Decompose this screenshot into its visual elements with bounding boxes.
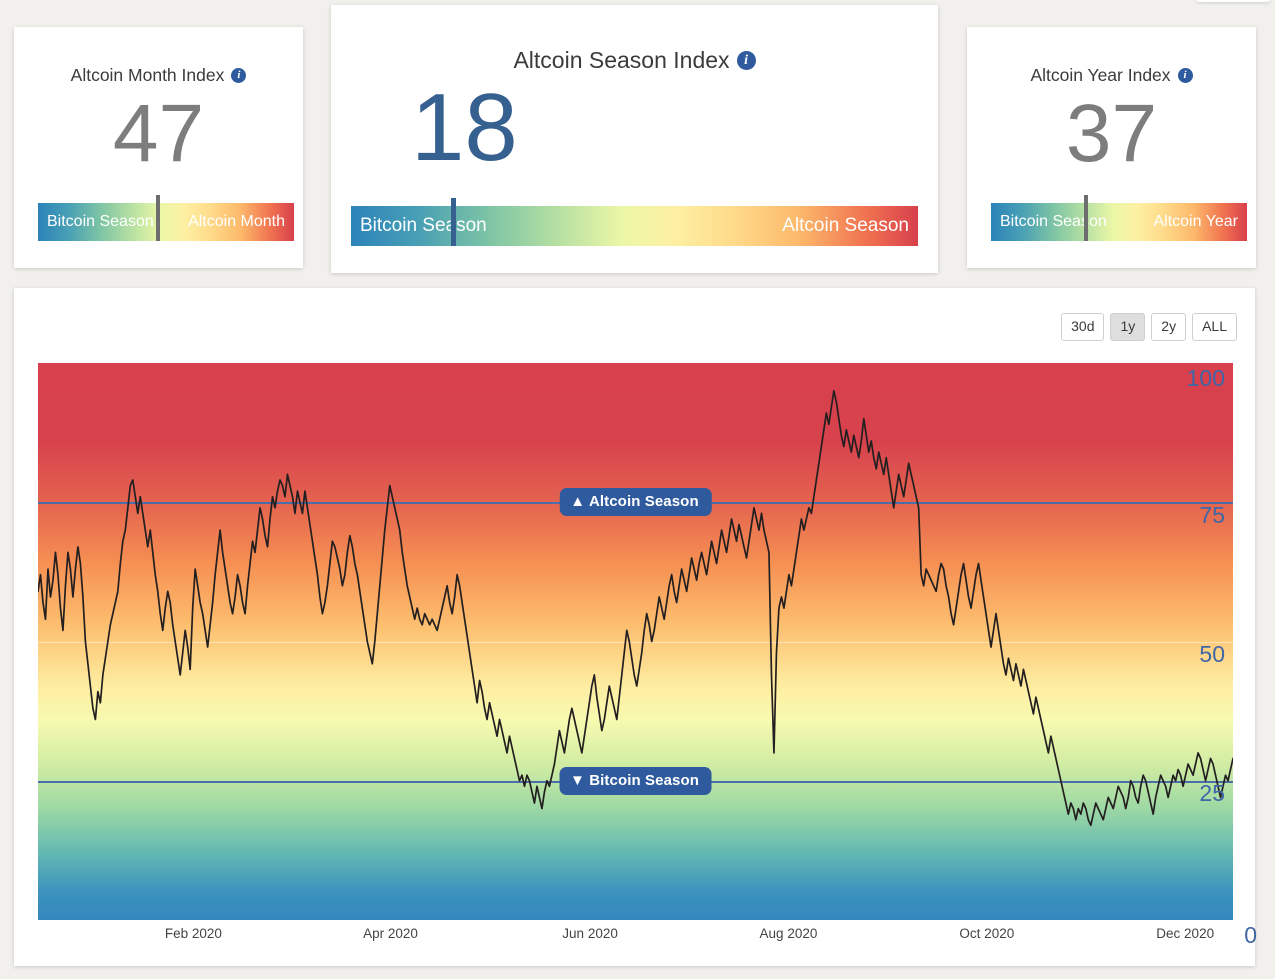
- index-scale: Bitcoin Season Altcoin Month: [38, 195, 294, 241]
- chart-panel: 30d 1y 2y ALL ▲ Altcoin Season ▼ Bitcoin…: [14, 288, 1257, 966]
- x-axis-tick: Jun 2020: [562, 926, 618, 941]
- y-axis-label-25: 25: [1199, 780, 1225, 806]
- card-value: 18: [411, 74, 518, 181]
- card-title: Altcoin Month Index i: [14, 27, 303, 86]
- card-title: Altcoin Year Index i: [967, 27, 1256, 86]
- x-axis-tick: Feb 2020: [164, 926, 222, 941]
- altcoin-season-badge: ▲ Altcoin Season: [559, 488, 712, 517]
- cut-off-top-element: [1196, 0, 1270, 2]
- range-button-1y[interactable]: 1y: [1110, 313, 1146, 341]
- card-title-text: Altcoin Year Index: [1030, 65, 1171, 85]
- x-axis-tick: Aug 2020: [759, 926, 818, 941]
- altcoin-season-index-card: Altcoin Season Index i 18 Bitcoin Season…: [331, 5, 938, 273]
- altcoin-year-index-card: Altcoin Year Index i 37 Bitcoin Season A…: [967, 27, 1256, 268]
- scale-right-label: Altcoin Year: [1153, 213, 1238, 230]
- info-icon[interactable]: i: [1177, 68, 1193, 83]
- scale-left-label: Bitcoin Season: [1000, 213, 1107, 230]
- card-value: 47: [112, 88, 205, 179]
- x-axis-tick: Dec 2020: [1156, 926, 1215, 941]
- x-axis-tick: Apr 2020: [363, 926, 418, 941]
- altcoin-month-index-card: Altcoin Month Index i 47 Bitcoin Season …: [14, 27, 303, 268]
- info-icon[interactable]: i: [231, 68, 247, 83]
- range-button-30d[interactable]: 30d: [1061, 313, 1105, 341]
- bitcoin-season-badge: ▼ Bitcoin Season: [559, 766, 712, 795]
- scale-marker: [1083, 195, 1088, 241]
- scale-right-label: Altcoin Season: [782, 215, 909, 236]
- y-axis-label-75: 75: [1199, 502, 1225, 528]
- scale-marker: [451, 198, 457, 246]
- scale-left-label: Bitcoin Season: [360, 215, 487, 236]
- page-root: Altcoin Month Index i 47 Bitcoin Season …: [0, 0, 1275, 979]
- y-axis-label-50: 50: [1199, 641, 1225, 667]
- card-title-text: Altcoin Month Index: [70, 65, 225, 85]
- index-scale: Bitcoin Season Altcoin Season: [351, 198, 918, 246]
- altcoin-season-index-chart[interactable]: ▲ Altcoin Season ▼ Bitcoin Season 100 75…: [38, 363, 1233, 920]
- time-range-buttons: 30d 1y 2y ALL: [1061, 313, 1237, 341]
- y-axis-label-100: 100: [1186, 365, 1225, 391]
- scale-right-label: Altcoin Month: [188, 213, 285, 230]
- range-button-all[interactable]: ALL: [1192, 313, 1237, 341]
- range-button-2y[interactable]: 2y: [1151, 313, 1187, 341]
- scale-marker: [156, 195, 161, 241]
- index-scale: Bitcoin Season Altcoin Year: [991, 195, 1247, 241]
- info-icon[interactable]: i: [736, 51, 756, 70]
- x-axis-tick: Oct 2020: [959, 926, 1015, 941]
- card-value: 37: [1065, 88, 1158, 179]
- scale-left-label: Bitcoin Season: [47, 213, 154, 230]
- card-title-text: Altcoin Season Index: [513, 47, 730, 73]
- index-series-line: [38, 363, 1233, 920]
- x-axis-labels: Feb 2020 Apr 2020 Jun 2020 Aug 2020 Oct 2020…: [38, 926, 1233, 950]
- y-axis-label-0: 0: [1244, 922, 1257, 948]
- card-title: Altcoin Season Index i: [331, 5, 938, 74]
